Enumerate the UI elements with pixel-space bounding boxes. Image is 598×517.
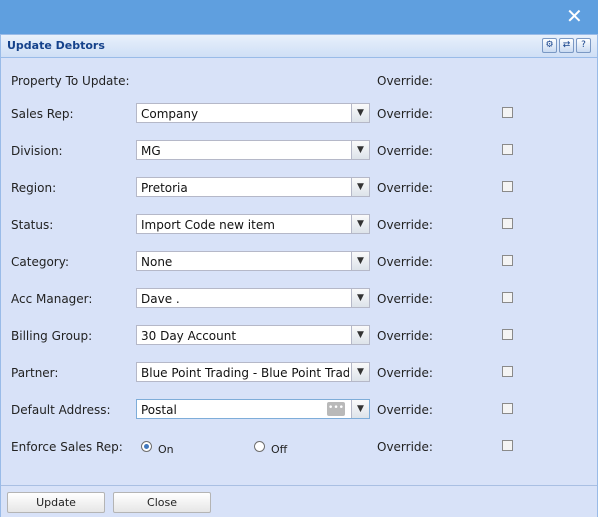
override-header-label: Override:: [377, 74, 433, 88]
radio-off[interactable]: [254, 441, 265, 452]
chevron-down-icon[interactable]: ▼: [351, 363, 369, 381]
field-label: Partner:: [11, 366, 59, 380]
region-combo[interactable]: Pretoria ▼: [136, 177, 370, 197]
override-label: Override:: [377, 181, 433, 195]
combo-value: Company: [141, 107, 199, 121]
field-row-category: Category: None ▼ Override:: [1, 251, 597, 273]
override-checkbox[interactable]: [502, 440, 513, 451]
field-row-enforce-sales-rep: Enforce Sales Rep: On Off Override:: [1, 436, 597, 458]
field-label: Region:: [11, 181, 57, 195]
field-row-default-address: Default Address: Postal ••• ▼ Override:: [1, 399, 597, 421]
override-checkbox[interactable]: [502, 218, 513, 229]
override-checkbox[interactable]: [502, 292, 513, 303]
override-label: Override:: [377, 292, 433, 306]
field-label: Billing Group:: [11, 329, 93, 343]
combo-value: MG: [141, 144, 161, 158]
panel-title: Update Debtors: [7, 39, 105, 52]
gear-icon[interactable]: ⚙: [542, 38, 557, 53]
field-label: Sales Rep:: [11, 107, 74, 121]
override-label: Override:: [377, 403, 433, 417]
partner-combo[interactable]: Blue Point Trading - Blue Point Trading …: [136, 362, 370, 382]
refresh-icon[interactable]: ⇄: [559, 38, 574, 53]
chevron-down-icon[interactable]: ▼: [351, 215, 369, 233]
billing-group-combo[interactable]: 30 Day Account ▼: [136, 325, 370, 345]
field-row-sales-rep: Sales Rep: Company ▼ Override:: [1, 103, 597, 125]
field-label: Division:: [11, 144, 63, 158]
help-icon[interactable]: ?: [576, 38, 591, 53]
override-label: Override:: [377, 329, 433, 343]
override-checkbox[interactable]: [502, 144, 513, 155]
combo-value: Postal: [141, 403, 177, 417]
override-label: Override:: [377, 440, 433, 454]
chevron-down-icon[interactable]: ▼: [351, 104, 369, 122]
default-address-combo[interactable]: Postal ••• ▼: [136, 399, 370, 419]
override-checkbox[interactable]: [502, 255, 513, 266]
field-row-region: Region: Pretoria ▼ Override:: [1, 177, 597, 199]
chevron-down-icon[interactable]: ▼: [351, 400, 369, 418]
field-label: Acc Manager:: [11, 292, 93, 306]
combo-value: 30 Day Account: [141, 329, 237, 343]
header-row: Property To Update: Override:: [1, 70, 597, 92]
division-combo[interactable]: MG ▼: [136, 140, 370, 160]
override-label: Override:: [377, 144, 433, 158]
field-row-partner: Partner: Blue Point Trading - Blue Point…: [1, 362, 597, 384]
override-label: Override:: [377, 218, 433, 232]
override-label: Override:: [377, 255, 433, 269]
field-row-status: Status: Import Code new item ▼ Override:: [1, 214, 597, 236]
field-row-billing-group: Billing Group: 30 Day Account ▼ Override…: [1, 325, 597, 347]
field-label: Enforce Sales Rep:: [11, 440, 123, 454]
combo-value: Blue Point Trading - Blue Point Trading …: [141, 366, 349, 380]
chevron-down-icon[interactable]: ▼: [351, 289, 369, 307]
field-row-division: Division: MG ▼ Override:: [1, 140, 597, 162]
radio-on-label[interactable]: On: [158, 443, 174, 456]
combo-value: Pretoria: [141, 181, 188, 195]
ellipsis-icon[interactable]: •••: [327, 402, 345, 416]
button-bar: Update Close: [1, 485, 597, 517]
sales-rep-combo[interactable]: Company ▼: [136, 103, 370, 123]
radio-off-label[interactable]: Off: [271, 443, 287, 456]
property-header-label: Property To Update:: [11, 74, 130, 88]
acc-manager-combo[interactable]: Dave . ▼: [136, 288, 370, 308]
close-button[interactable]: Close: [113, 492, 211, 513]
override-checkbox[interactable]: [502, 181, 513, 192]
override-checkbox[interactable]: [502, 366, 513, 377]
chevron-down-icon[interactable]: ▼: [351, 141, 369, 159]
status-combo[interactable]: Import Code new item ▼: [136, 214, 370, 234]
close-icon[interactable]: ✕: [566, 6, 583, 26]
radio-on[interactable]: [141, 441, 152, 452]
combo-value: None: [141, 255, 173, 269]
override-checkbox[interactable]: [502, 403, 513, 414]
override-checkbox[interactable]: [502, 329, 513, 340]
field-row-acc-manager: Acc Manager: Dave . ▼ Override:: [1, 288, 597, 310]
field-label: Status:: [11, 218, 54, 232]
category-combo[interactable]: None ▼: [136, 251, 370, 271]
panel-tools: ⚙ ⇄ ?: [542, 38, 591, 53]
field-label: Category:: [11, 255, 69, 269]
window-titlebar: ✕: [0, 0, 598, 34]
combo-value: Dave .: [141, 292, 180, 306]
override-checkbox[interactable]: [502, 107, 513, 118]
override-label: Override:: [377, 107, 433, 121]
form-area: Property To Update: Override: Sales Rep:…: [1, 58, 597, 485]
chevron-down-icon[interactable]: ▼: [351, 252, 369, 270]
update-debtors-panel: Update Debtors ⚙ ⇄ ? Property To Update:…: [0, 34, 598, 517]
update-button[interactable]: Update: [7, 492, 105, 513]
chevron-down-icon[interactable]: ▼: [351, 178, 369, 196]
chevron-down-icon[interactable]: ▼: [351, 326, 369, 344]
panel-header: Update Debtors ⚙ ⇄ ?: [1, 35, 597, 58]
combo-value: Import Code new item: [141, 218, 275, 232]
override-label: Override:: [377, 366, 433, 380]
field-label: Default Address:: [11, 403, 111, 417]
